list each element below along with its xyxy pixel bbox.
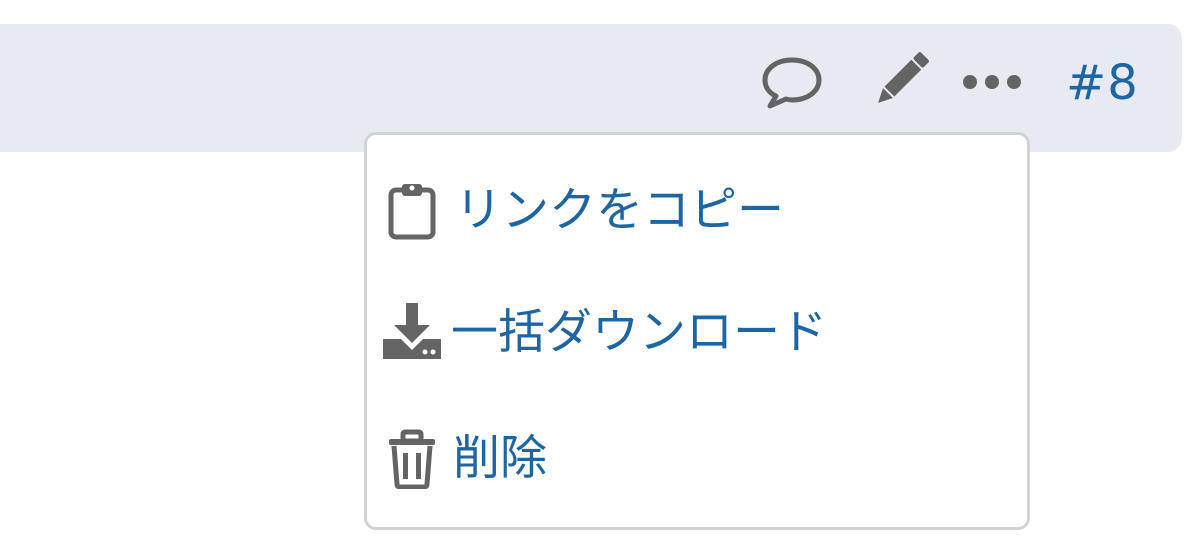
delete-menu-item[interactable]: 削除 <box>367 405 1027 505</box>
clipboard-icon <box>387 181 437 241</box>
copy-link-label: リンクをコピー <box>455 183 784 238</box>
post-number-link[interactable]: #8 <box>1066 52 1139 114</box>
trash-icon <box>387 429 437 489</box>
ellipsis-icon[interactable] <box>958 62 1026 102</box>
pencil-icon[interactable] <box>868 50 932 112</box>
copy-link-menu-item[interactable]: リンクをコピー <box>367 159 1027 259</box>
bulk-download-label: 一括ダウンロード <box>451 305 827 360</box>
bulk-download-menu-item[interactable]: 一括ダウンロード <box>367 281 1027 381</box>
delete-label: 削除 <box>453 431 547 486</box>
post-controls-page: #8 リンクをコピー 一括ダウンロード 削除 <box>0 0 1200 558</box>
download-icon <box>381 301 443 363</box>
speech-bubble-icon[interactable] <box>760 54 824 110</box>
post-actions-dropdown-menu: リンクをコピー 一括ダウンロード 削除 <box>364 132 1030 530</box>
